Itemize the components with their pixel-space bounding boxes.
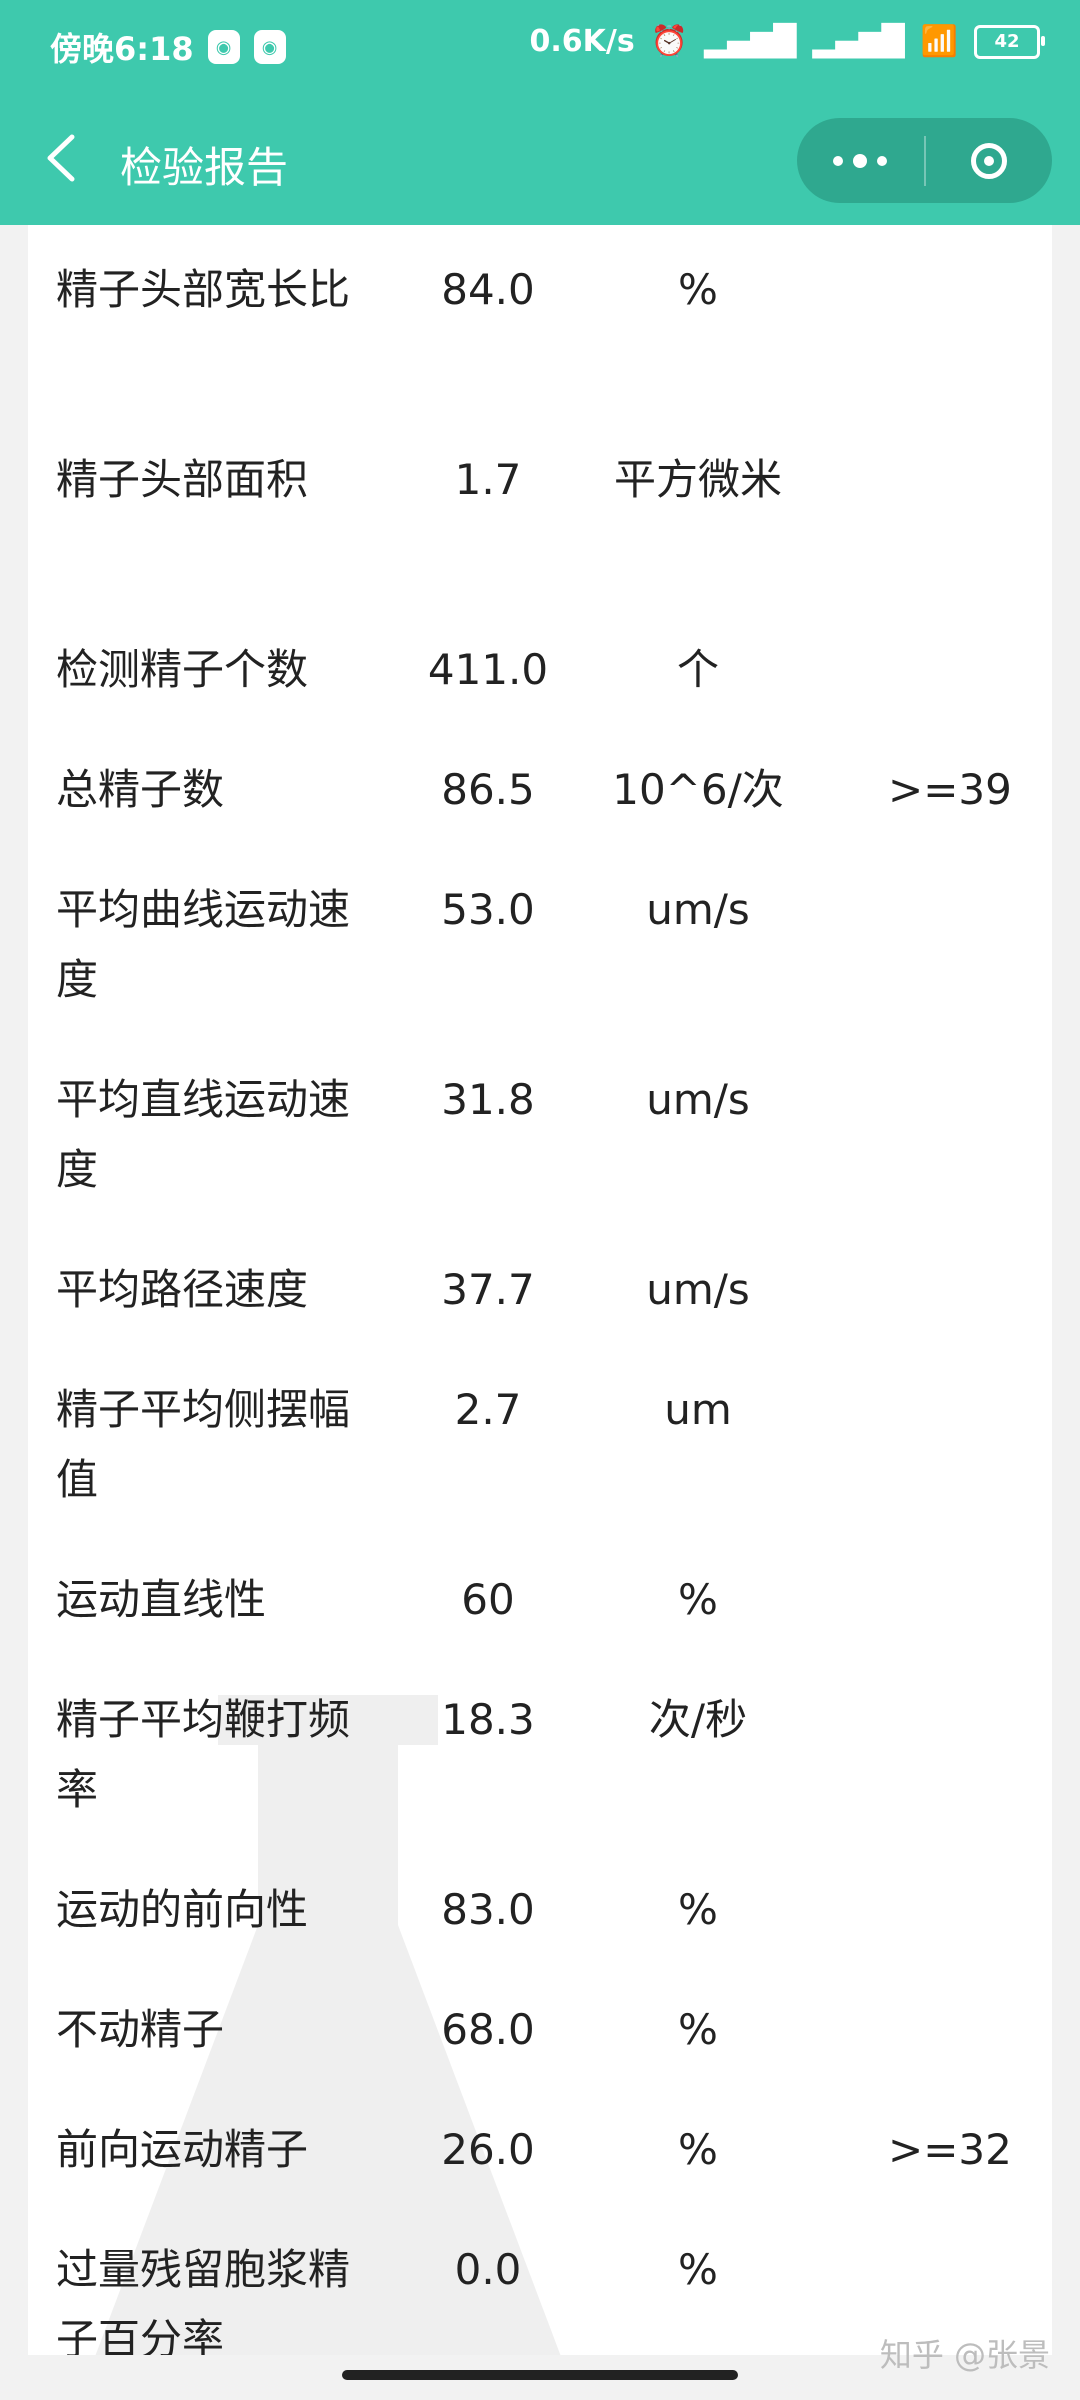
item-name: 过量残留胞浆精子百分率 — [56, 2245, 351, 2355]
item-name: 检测精子个数 — [56, 645, 309, 694]
status-time: 傍晚6:18 — [50, 30, 194, 68]
signal-icon: ▂▄▆█ — [812, 24, 905, 59]
dot-icon — [877, 155, 888, 166]
table-row: 前向运动精子 26.0% >=32 — [28, 2115, 1052, 2185]
item-name: 精子头部宽长比 — [56, 265, 351, 314]
item-unit: 个 — [676, 645, 719, 694]
item-name: 前向运动精子 — [56, 2125, 309, 2174]
item-name: 不动精子 — [56, 2005, 225, 2054]
item-value: 31.8 — [441, 1075, 535, 1124]
notification-icon: ◉ — [253, 30, 286, 64]
chevron-left-icon — [47, 134, 75, 182]
table-row: 检测精子个数 411.0 个 — [28, 635, 1052, 705]
item-unit: 10^6/次 — [612, 765, 784, 814]
table-row: 精子头部面积 1.7 平方微米 — [28, 445, 1052, 585]
item-name: 精子平均鞭打频率 — [56, 1695, 351, 1814]
alarm-icon: ⏰ — [650, 24, 689, 59]
item-unit: % — [678, 2005, 718, 2054]
status-bar: 傍晚6:18 ◉ ◉ 0.6K/s ⏰ ▂▄▆█ ▂▄▆█ 📶 42 — [0, 0, 1080, 100]
item-value: 18.3 — [441, 1695, 535, 1744]
status-right: 0.6K/s ⏰ ▂▄▆█ ▂▄▆█ 📶 42 — [529, 24, 1045, 59]
item-name: 精子头部面积 — [56, 455, 309, 504]
item-reference: >=39 — [888, 765, 1012, 814]
table-row: 精子头部宽长比 84.0% — [28, 255, 1052, 395]
item-unit: 次/秒 — [648, 1695, 748, 1744]
item-unit: % — [678, 1575, 718, 1624]
item-value: 53.0 — [441, 885, 535, 934]
more-button[interactable] — [797, 118, 924, 203]
item-value: 1.7 — [454, 455, 522, 504]
item-name: 平均路径速度 — [56, 1265, 309, 1314]
item-unit: um — [664, 1385, 732, 1434]
item-value: 60 — [461, 1575, 515, 1624]
signal-icon: ▂▄▆█ — [704, 24, 797, 59]
table-row: 不动精子 68.0% — [28, 1995, 1052, 2065]
table-row: 精子平均鞭打频率 18.3 次/秒 — [28, 1685, 1052, 1825]
home-indicator[interactable] — [342, 2370, 738, 2380]
network-speed: 0.6K/s — [529, 24, 635, 59]
item-unit: % — [678, 265, 718, 314]
item-name: 运动的前向性 — [56, 1885, 309, 1934]
table-row: 平均直线运动速度 31.8 um/s — [28, 1065, 1052, 1205]
wifi-icon: 📶 — [920, 24, 958, 59]
item-value: 26.0 — [441, 2125, 535, 2174]
close-button[interactable] — [926, 118, 1053, 203]
table-row: 总精子数 86.5 10^6/次 >=39 — [28, 755, 1052, 825]
table-row: 运动的前向性 83.0% — [28, 1875, 1052, 1945]
item-name: 总精子数 — [56, 765, 225, 814]
zhihu-watermark: 知乎 @张景 — [879, 2336, 1050, 2374]
back-button[interactable] — [30, 128, 90, 188]
item-value: 37.7 — [441, 1265, 535, 1314]
item-unit: % — [678, 1885, 718, 1934]
item-value: 83.0 — [441, 1885, 535, 1934]
item-value: 68.0 — [441, 2005, 535, 2054]
dot-icon — [833, 155, 844, 166]
status-left: 傍晚6:18 ◉ ◉ — [50, 24, 286, 70]
item-unit: 平方微米 — [613, 455, 782, 504]
target-icon — [970, 142, 1007, 179]
item-value: 411.0 — [427, 645, 549, 694]
item-unit: um/s — [646, 1265, 750, 1314]
table-row: 运动直线性 60% — [28, 1565, 1052, 1635]
item-unit: % — [678, 2245, 718, 2294]
item-name: 平均直线运动速度 — [56, 1075, 351, 1194]
item-name: 精子平均侧摆幅值 — [56, 1385, 351, 1504]
item-unit: um/s — [646, 885, 750, 934]
nav-bar: 检验报告 — [0, 100, 1080, 225]
dot-icon — [853, 153, 868, 168]
table-row: 平均路径速度 37.7 um/s — [28, 1255, 1052, 1325]
item-unit: % — [678, 2125, 718, 2174]
item-unit: um/s — [646, 1075, 750, 1124]
battery-icon: 42 — [974, 24, 1045, 59]
table-row: 平均曲线运动速度 53.0 um/s — [28, 875, 1052, 1015]
battery-level: 42 — [994, 31, 1020, 52]
item-value: 84.0 — [441, 265, 535, 314]
notification-icon: ◉ — [207, 30, 240, 64]
item-reference: >=32 — [888, 2125, 1012, 2174]
item-value: 2.7 — [454, 1385, 522, 1434]
table-row: 精子平均侧摆幅值 2.7 um — [28, 1375, 1052, 1515]
item-value: 0.0 — [454, 2245, 522, 2294]
mini-program-capsule — [797, 118, 1052, 203]
item-value: 86.5 — [441, 765, 535, 814]
report-content[interactable]: 精子头部宽长比 84.0% 精子头部面积 1.7 平方微米检测精子个数 411.0 个总精子… — [28, 225, 1052, 2355]
item-name: 平均曲线运动速度 — [56, 885, 351, 1004]
item-name: 运动直线性 — [56, 1575, 267, 1624]
page-title: 检验报告 — [120, 143, 289, 192]
